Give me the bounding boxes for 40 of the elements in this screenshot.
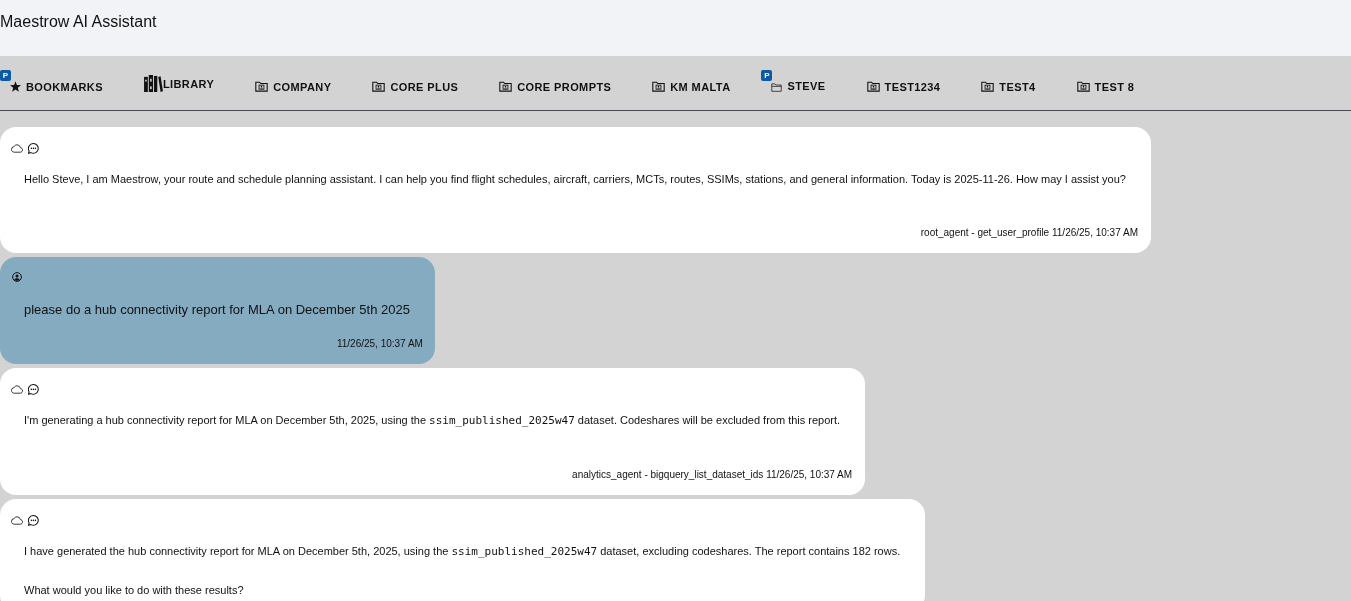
folder-tab[interactable]: TEST1234	[866, 78, 941, 95]
folder-person-icon	[981, 81, 995, 92]
agent-source: analytics_agent - bigquery_list_dataset_ids	[572, 469, 764, 480]
folder-tab[interactable]: CORE PLUS	[372, 78, 459, 95]
message-time: 11/26/25, 10:37 AM	[1051, 227, 1138, 238]
folder-person-icon	[866, 81, 880, 92]
folder-icon	[771, 83, 783, 92]
letter-badge: P	[0, 70, 11, 81]
chat-dots-icon	[28, 383, 39, 395]
message-text: I have generated the hub connectivity report for MLA on December 5th, 2025, using the ssim_published_2025w47 dataset, excluding codeshares. The report contains 182 rows.	[24, 544, 901, 559]
books-icon	[143, 75, 163, 92]
folder-tab[interactable]: COMPANY	[255, 78, 332, 95]
folder-tab[interactable]: LIBRARY	[143, 75, 215, 92]
folder-person-icon	[1076, 81, 1090, 92]
chat-dots-icon	[28, 514, 39, 526]
user-circle-icon	[12, 271, 22, 282]
message-text: Hello Steve, I am Maestrow, your route and schedule planning assistant. I can help you find flight schedules, aircraft, carriers, MCTs, routes, SSIMs, stations, and general information. Today is 2025-11-26. How may I assist you?	[24, 172, 1126, 186]
message-text: What would you like to do with these results?	[24, 583, 245, 597]
folder-tab[interactable]: KM MALTA	[652, 78, 731, 95]
cloud-icon	[11, 515, 23, 525]
folder-person-icon	[499, 81, 513, 92]
folder-tab[interactable]: CORE PROMPTS	[499, 78, 612, 95]
message-time: 11/26/25, 10:37 AM	[766, 469, 853, 480]
message-time: 11/26/25, 10:37 AM	[336, 338, 423, 349]
folder-tab[interactable]: TEST 8	[1076, 78, 1135, 95]
folder-person-icon	[372, 81, 386, 92]
app-title: Maestrow AI Assistant	[0, 13, 157, 31]
cloud-icon	[11, 143, 23, 153]
folder-tab[interactable]: TEST4	[981, 78, 1036, 95]
chat-dots-icon	[28, 142, 39, 154]
folder-person-icon	[652, 81, 666, 92]
folder-tab[interactable]: STEVE	[771, 78, 826, 94]
cloud-icon	[11, 384, 23, 394]
folder-tab[interactable]: BOOKMARKS	[10, 78, 103, 95]
folder-person-icon	[255, 81, 269, 92]
star-icon	[10, 81, 21, 92]
message-text: I'm generating a hub connectivity report for MLA on December 5th, 2025, using the ssim_published_2025w47 dataset. Codeshares will be excluded from this report.	[24, 413, 841, 428]
agent-source: root_agent - get_user_profile	[920, 227, 1050, 238]
letter-badge: P	[761, 70, 773, 81]
message-text: please do a hub connectivity report for MLA on December 5th 2025	[24, 302, 410, 318]
